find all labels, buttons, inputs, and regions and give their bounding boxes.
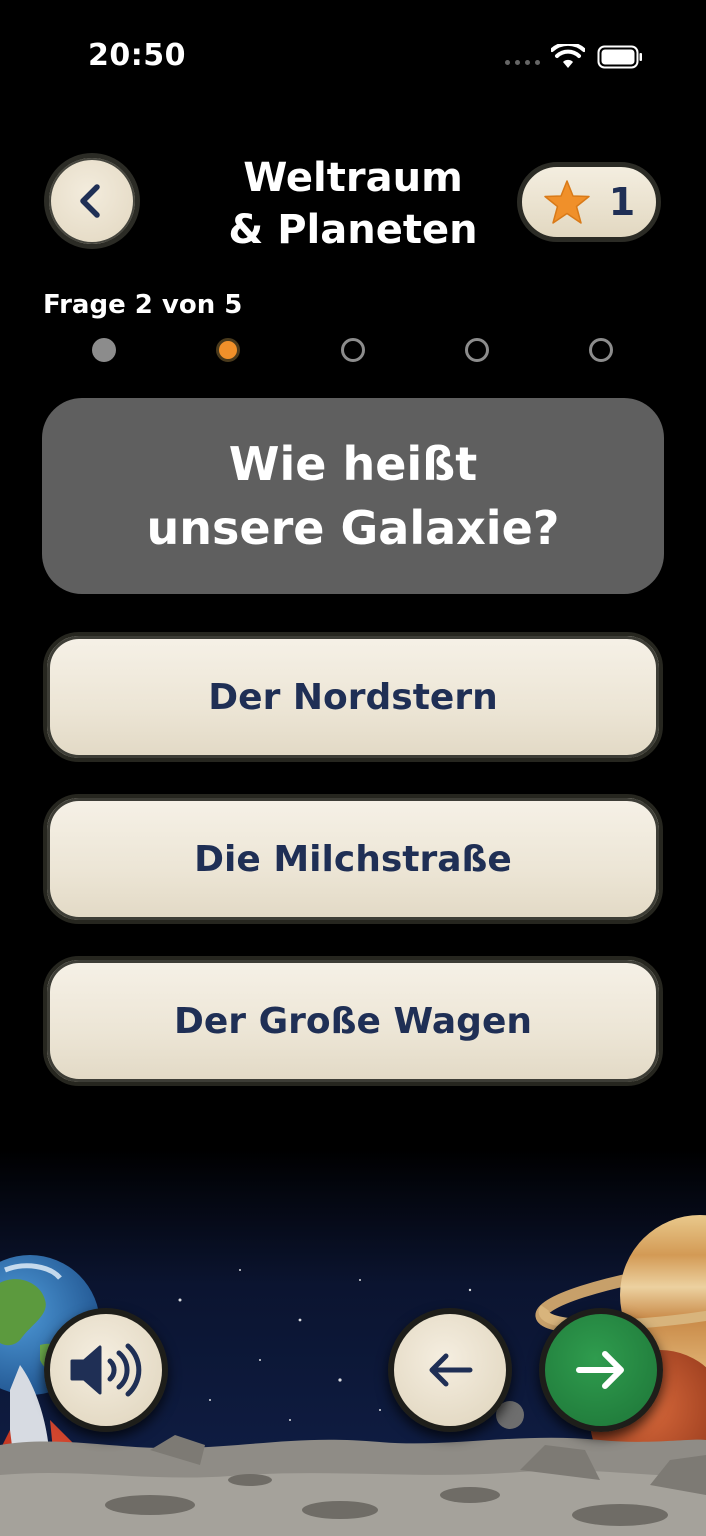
speaker-button[interactable] xyxy=(44,1308,168,1432)
star-icon xyxy=(544,180,590,224)
progress-dot-2-current xyxy=(216,338,240,362)
cellular-signal-icon xyxy=(505,60,540,65)
progress-dot-1 xyxy=(92,338,116,362)
battery-icon xyxy=(597,45,642,69)
next-button[interactable] xyxy=(539,1308,663,1432)
page-title-line1: Weltraum xyxy=(243,155,463,201)
arrow-left-icon xyxy=(429,1353,473,1387)
progress-dot-5 xyxy=(589,338,613,362)
answer-option-1[interactable]: Der Nordstern xyxy=(43,632,663,762)
question-text-line2: unsere Galaxie? xyxy=(146,501,560,555)
page-title: Weltraum & Planeten xyxy=(200,152,506,256)
wifi-icon xyxy=(551,44,585,68)
page-title-line2: & Planeten xyxy=(228,207,478,253)
question-progress-label: Frage 2 von 5 xyxy=(43,290,243,320)
question-card: Wie heißt unsere Galaxie? xyxy=(42,398,664,594)
star-score-badge: 1 xyxy=(517,162,661,242)
answer-option-3[interactable]: Der Große Wagen xyxy=(43,956,663,1086)
progress-dot-4 xyxy=(465,338,489,362)
back-button[interactable] xyxy=(44,153,140,249)
progress-dot-3 xyxy=(341,338,365,362)
question-text-line1: Wie heißt xyxy=(228,437,478,491)
previous-button[interactable] xyxy=(388,1308,512,1432)
speaker-icon xyxy=(70,1343,142,1397)
answer-option-2[interactable]: Die Milchstraße xyxy=(43,794,663,924)
status-time: 20:50 xyxy=(88,38,186,73)
star-count: 1 xyxy=(608,180,636,224)
chevron-left-icon xyxy=(80,184,100,218)
arrow-right-icon xyxy=(576,1351,624,1389)
